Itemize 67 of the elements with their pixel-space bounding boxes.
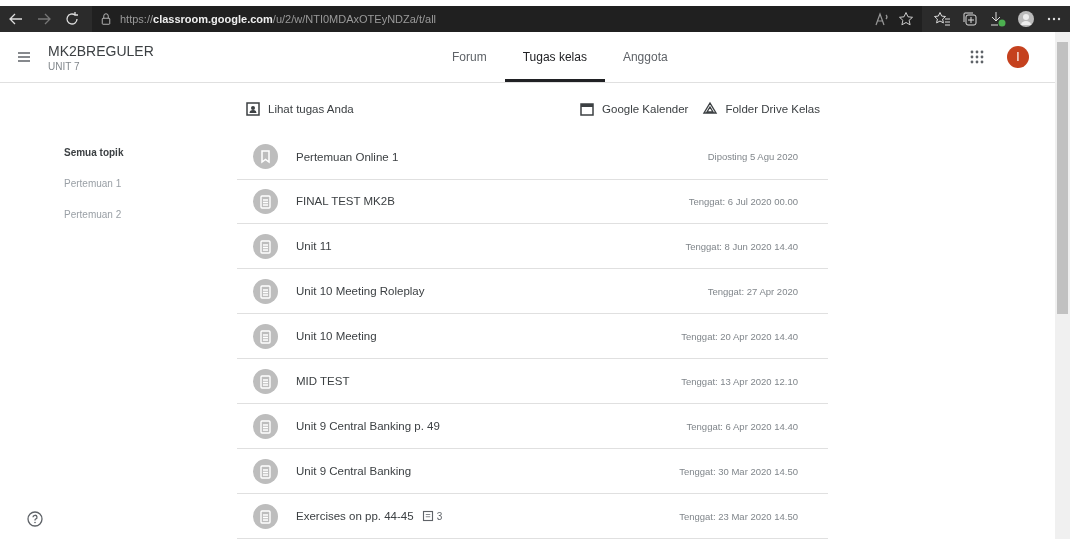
tab[interactable]: Anggota [604, 32, 686, 82]
calendar-icon [579, 100, 596, 117]
class-section: UNIT 7 [48, 60, 218, 72]
avatar[interactable]: I [1007, 46, 1029, 68]
item-title: Unit 9 Central Banking p. 49 [296, 420, 440, 433]
item-date: Tenggat: 6 Apr 2020 14.40 [686, 420, 798, 432]
comment-icon [421, 510, 434, 523]
item-title: Exercises on pp. 44-45 [296, 510, 414, 523]
address-bar[interactable]: https://classroom.google.com/u/2/w/NTI0MDAxOTEyNDZa/t/all [92, 6, 922, 32]
comment-number: 3 [436, 510, 443, 522]
classwork-row[interactable]: Unit 10 Meeting Roleplay Tenggat: 27 Apr 2020 [237, 269, 828, 315]
download-icon[interactable] [990, 11, 1006, 27]
drive-icon [702, 100, 719, 117]
badge-icon [245, 100, 261, 117]
your-work-link[interactable]: Lihat tugas Anda [268, 102, 354, 115]
material-icon [253, 144, 278, 170]
collections-icon[interactable] [962, 11, 978, 27]
menu-icon[interactable] [16, 49, 32, 65]
classwork-row[interactable]: FINAL TEST MK2B Tenggat: 6 Jul 2020 00.00 [237, 179, 828, 225]
assignment-icon [253, 278, 278, 304]
item-title: FINAL TEST MK2B [296, 195, 395, 208]
help-icon[interactable] [27, 511, 43, 527]
classwork-row[interactable]: Pertemuan Online 1 Diposting 5 Agu 2020 [237, 134, 828, 180]
item-date: Tenggat: 23 Mar 2020 14.50 [679, 510, 798, 522]
refresh-icon[interactable] [64, 11, 80, 27]
classwork-row[interactable]: Unit 11 Tenggat: 8 Jun 2020 14.40 [237, 224, 828, 270]
star-icon[interactable] [898, 11, 914, 27]
apps-icon[interactable] [969, 49, 985, 65]
calendar-link[interactable]: Google Kalender [602, 102, 689, 115]
back-icon[interactable] [8, 11, 24, 27]
favorites-icon[interactable] [934, 11, 950, 27]
item-date: Tenggat: 13 Apr 2020 12.10 [681, 375, 798, 387]
url-text: https://classroom.google.com/u/2/w/NTI0MDAxOTEyNDZa/t/all [120, 13, 437, 25]
item-date: Tenggat: 30 Mar 2020 14.50 [679, 465, 798, 477]
assignment-icon [253, 413, 278, 439]
classwork-row[interactable]: Exercises on pp. 44-45 3 Tenggat: 23 Mar 2020 14.50 [237, 494, 828, 539]
assignment-icon [253, 503, 278, 529]
assignment-icon [253, 233, 278, 259]
forward-icon[interactable] [36, 11, 52, 27]
read-aloud-icon[interactable] [874, 11, 890, 27]
drive-folder-link[interactable]: Folder Drive Kelas [725, 102, 820, 115]
classwork-row[interactable]: Unit 10 Meeting Tenggat: 20 Apr 2020 14.40 [237, 314, 828, 360]
item-title: Unit 9 Central Banking [296, 465, 412, 478]
assignment-icon [253, 189, 278, 214]
item-date: Diposting 5 Agu 2020 [707, 151, 798, 163]
item-date: Tenggat: 6 Jul 2020 00.00 [688, 196, 798, 207]
item-date: Tenggat: 8 Jun 2020 14.40 [685, 240, 798, 252]
item-title: Pertemuan Online 1 [296, 150, 399, 163]
profile-icon[interactable] [1018, 11, 1034, 27]
tab[interactable]: Forum [434, 32, 505, 82]
assignment-icon [253, 458, 278, 484]
item-title: Unit 10 Meeting [296, 330, 377, 343]
assignment-icon [253, 368, 278, 394]
scrollbar[interactable] [1055, 32, 1070, 539]
classwork-row[interactable]: MID TEST Tenggat: 13 Apr 2020 12.10 [237, 359, 828, 405]
item-title: Unit 11 [296, 240, 332, 253]
classwork-row[interactable]: Unit 9 Central Banking p. 49 Tenggat: 6 Apr 2020 14.40 [237, 404, 828, 450]
item-title: MID TEST [296, 375, 350, 388]
lock-icon [100, 13, 112, 25]
topic-link[interactable]: Semua topik [64, 147, 237, 158]
classwork-row[interactable]: Unit 9 Central Banking Tenggat: 30 Mar 2020 14.50 [237, 449, 828, 495]
assignment-icon [253, 323, 278, 349]
class-name: MK2BREGULER [48, 42, 155, 59]
item-date: Tenggat: 20 Apr 2020 14.40 [681, 330, 798, 342]
item-title: Unit 10 Meeting Roleplay [296, 285, 425, 298]
item-date: Tenggat: 27 Apr 2020 [707, 285, 798, 297]
tab[interactable]: Tugas kelas [504, 32, 605, 82]
